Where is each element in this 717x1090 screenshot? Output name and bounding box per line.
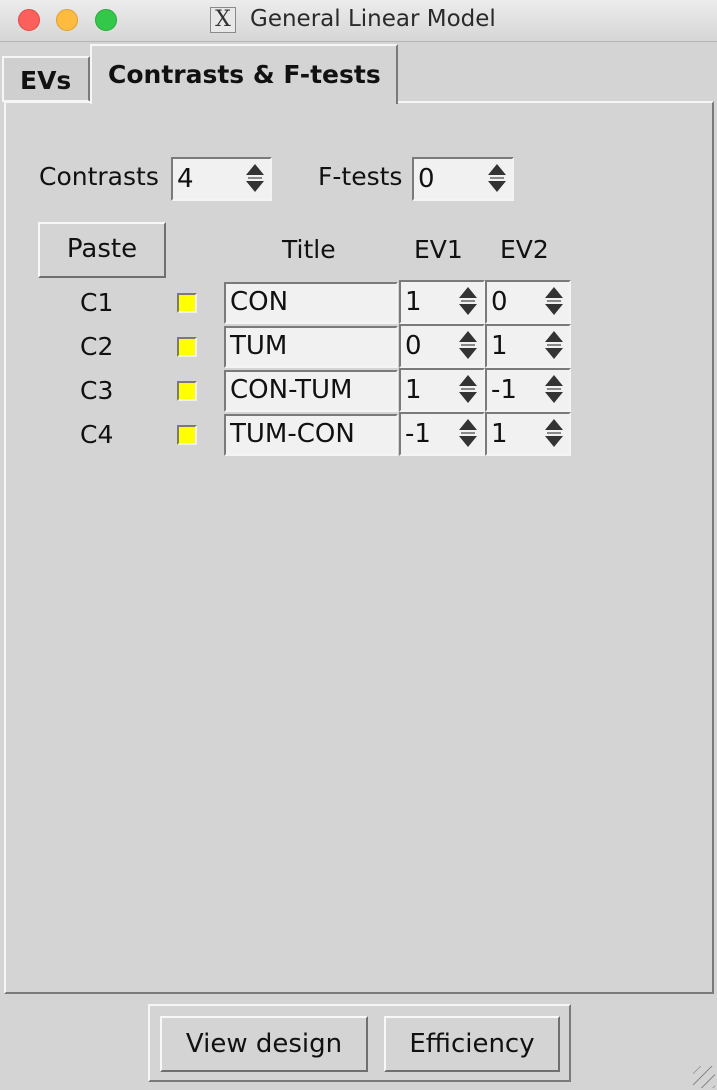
tab-evs[interactable]: EVs — [2, 56, 90, 102]
ftests-count-value: 0 — [418, 164, 435, 194]
ev2-weight-spinner[interactable]: 0 — [485, 280, 571, 324]
ev2-weight-value: -1 — [491, 375, 517, 405]
efficiency-button[interactable]: Efficiency — [384, 1016, 560, 1072]
ev2-weight-value: 1 — [491, 419, 508, 449]
spinner-arrows-icon[interactable] — [459, 375, 477, 405]
contrast-color-swatch[interactable] — [177, 381, 197, 401]
ev1-weight-value: 1 — [405, 287, 422, 317]
spinner-arrows-icon[interactable] — [545, 375, 563, 405]
ev1-weight-value: 0 — [405, 331, 422, 361]
spinner-arrows-icon[interactable] — [246, 164, 264, 194]
contrast-title-field[interactable]: TUM — [224, 326, 398, 368]
view-design-button[interactable]: View design — [160, 1016, 368, 1072]
contrasts-label: Contrasts — [39, 162, 159, 191]
ev1-weight-spinner[interactable]: 0 — [399, 324, 485, 368]
spinner-arrows-icon[interactable] — [488, 164, 506, 194]
contrast-row-label: C4 — [80, 420, 114, 449]
tab-evs-label: EVs — [20, 66, 72, 95]
spinner-arrows-icon[interactable] — [545, 419, 563, 449]
contrast-title-field[interactable]: CON-TUM — [224, 370, 398, 412]
contrast-row-label: C3 — [80, 376, 114, 405]
ftests-count-spinner[interactable]: 0 — [412, 157, 514, 201]
contrasts-count-value: 4 — [177, 164, 194, 194]
title-column-header: Title — [282, 235, 336, 264]
spinner-arrows-icon[interactable] — [459, 419, 477, 449]
ev1-weight-spinner[interactable]: 1 — [399, 280, 485, 324]
contrasts-count-spinner[interactable]: 4 — [171, 157, 272, 201]
tab-contrasts-f-tests[interactable]: Contrasts & F-tests — [90, 44, 398, 104]
spinner-arrows-icon[interactable] — [459, 287, 477, 317]
ev1-weight-value: -1 — [405, 419, 431, 449]
paste-button[interactable]: Paste — [38, 222, 166, 278]
ev1-weight-spinner[interactable]: 1 — [399, 368, 485, 412]
contrast-title-field[interactable]: CON — [224, 282, 398, 324]
zoom-window-button[interactable] — [95, 9, 117, 31]
ev2-weight-spinner[interactable]: 1 — [485, 324, 571, 368]
ftests-label: F-tests — [318, 162, 403, 191]
contrast-row-label: C2 — [80, 332, 114, 361]
ev2-weight-spinner[interactable]: -1 — [485, 368, 571, 412]
ev2-weight-value: 0 — [491, 287, 508, 317]
window-title: General Linear Model — [250, 6, 496, 32]
resize-grip-icon[interactable] — [693, 1066, 715, 1088]
spinner-arrows-icon[interactable] — [459, 331, 477, 361]
spinner-arrows-icon[interactable] — [545, 331, 563, 361]
minimize-window-button[interactable] — [56, 9, 78, 31]
ev2-column-header: EV2 — [500, 235, 549, 264]
x11-icon: X — [210, 7, 236, 33]
contrast-title-field[interactable]: TUM-CON — [224, 414, 398, 456]
contrast-color-swatch[interactable] — [177, 425, 197, 445]
title-bar: X General Linear Model — [0, 0, 717, 42]
ev2-weight-value: 1 — [491, 331, 508, 361]
close-window-button[interactable] — [18, 9, 40, 31]
ev1-weight-spinner[interactable]: -1 — [399, 412, 485, 456]
ev1-column-header: EV1 — [414, 235, 463, 264]
contrast-color-swatch[interactable] — [177, 293, 197, 313]
contrast-color-swatch[interactable] — [177, 337, 197, 357]
ev1-weight-value: 1 — [405, 375, 422, 405]
contrast-row-label: C1 — [80, 288, 114, 317]
spinner-arrows-icon[interactable] — [545, 287, 563, 317]
ev2-weight-spinner[interactable]: 1 — [485, 412, 571, 456]
tab-contrasts-label: Contrasts & F-tests — [108, 60, 381, 89]
